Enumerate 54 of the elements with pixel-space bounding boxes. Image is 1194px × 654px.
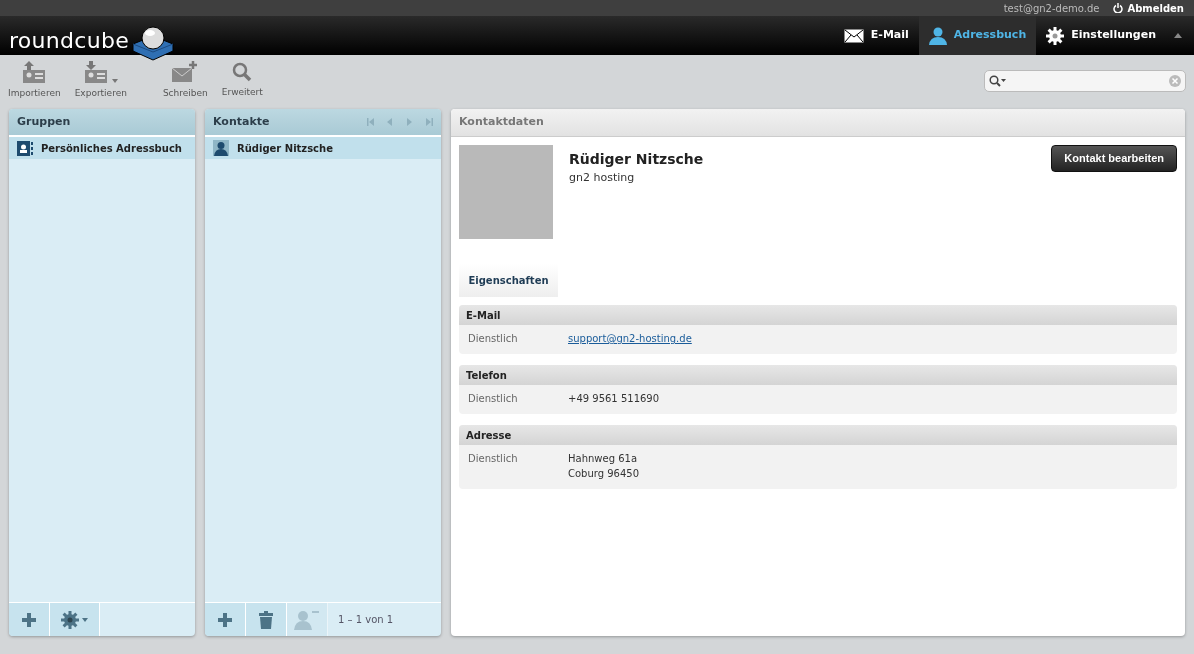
caret-icon — [82, 617, 88, 622]
envelope-icon — [843, 28, 864, 43]
plus-button[interactable] — [205, 603, 246, 636]
field-value: +49 9561 511690 — [568, 392, 660, 406]
settings-icon — [61, 610, 79, 629]
envelope-plus-icon — [171, 61, 200, 84]
field-label: Dienstlich — [468, 452, 519, 466]
record-count: 1 – 1 von 1 — [338, 613, 394, 627]
logout-link[interactable]: Abmelden — [1113, 0, 1184, 16]
nav-tab[interactable]: Adressbuch — [918, 16, 1037, 55]
nav-tab[interactable]: Einstellungen — [1036, 16, 1166, 55]
address-book-icon — [17, 140, 33, 156]
user-email: test@gn2-demo.de — [1003, 1, 1100, 16]
import-icon — [22, 61, 47, 84]
trash-icon — [258, 610, 274, 629]
plus-button[interactable] — [9, 603, 50, 636]
toolbar-button[interactable]: Exportieren — [74, 61, 127, 101]
settings-button[interactable] — [50, 603, 100, 636]
toolbar-button[interactable]: Erweitert — [221, 62, 263, 100]
search-icon — [232, 62, 253, 83]
person-minus-icon — [294, 609, 320, 630]
trash-button[interactable] — [246, 603, 287, 636]
plus-icon — [217, 611, 233, 628]
section-title: Telefon — [466, 368, 507, 383]
field-label: Dienstlich — [468, 332, 519, 346]
organization: gn2 hosting — [569, 170, 636, 186]
person-icon — [213, 140, 229, 156]
field-label: Dienstlich — [468, 392, 519, 406]
edit-contact-button[interactable]: Kontakt bearbeiten — [1051, 145, 1177, 172]
pager-icon — [367, 118, 433, 126]
section-title: E-Mail — [466, 308, 501, 323]
search-icon — [989, 75, 1007, 87]
field-value: Coburg 96450 — [568, 467, 640, 481]
power-icon — [1113, 3, 1124, 13]
person-icon — [928, 26, 947, 45]
settings-icon — [1046, 26, 1065, 45]
list-item[interactable]: Persönliches Adressbuch — [9, 137, 195, 159]
email-link[interactable]: support@gn2-hosting.de — [568, 333, 692, 344]
list-item[interactable]: Rüdiger Nitzsche — [205, 137, 441, 159]
export-icon — [83, 61, 108, 84]
nav-tab[interactable]: E-Mail — [833, 16, 919, 55]
toolbar-button[interactable]: Importieren — [8, 61, 61, 101]
field-value: Hahnweg 61a — [568, 452, 639, 466]
search-field[interactable] — [984, 70, 1186, 92]
toolbar-button[interactable]: Schreiben — [162, 61, 208, 101]
panel-title: Kontakte — [213, 113, 270, 130]
section-title: Adresse — [466, 428, 512, 443]
panel-title: Kontaktdaten — [459, 114, 544, 131]
contact-name: Rüdiger Nitzsche — [569, 150, 704, 169]
logo-text: roundcube — [9, 27, 130, 55]
plus-icon — [21, 611, 37, 628]
caret-icon — [1174, 33, 1182, 38]
panel-title: Gruppen — [17, 113, 71, 130]
cube-logo-icon — [131, 24, 176, 62]
